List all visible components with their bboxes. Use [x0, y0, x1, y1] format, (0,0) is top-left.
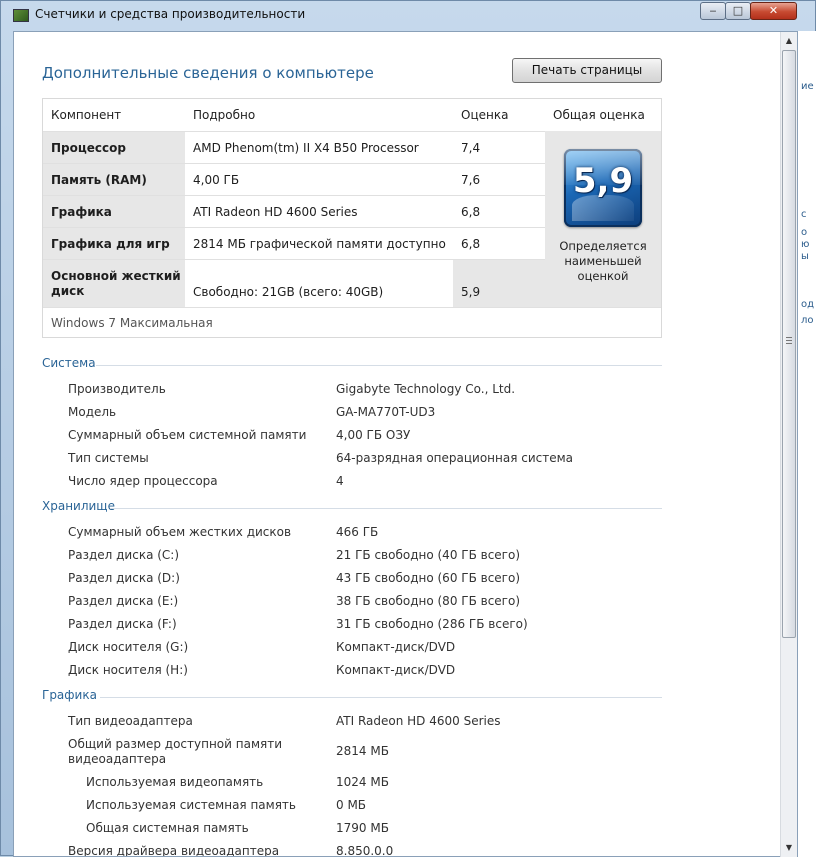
window-title: Счетчики и средства производительности: [35, 7, 306, 21]
storage-label: Диск носителя (H:): [68, 663, 188, 677]
component-detail: 2814 МБ графической памяти доступно: [193, 236, 446, 251]
graphics-value: 1790 МБ: [336, 821, 389, 835]
component-score: 6,8: [461, 236, 481, 251]
system-value: 64-разрядная операционная система: [336, 451, 574, 465]
maximize-button[interactable]: □: [725, 2, 751, 20]
graphics-label: Используемая системная память: [86, 798, 296, 812]
component-name: Процессор: [43, 132, 185, 163]
graphics-value: ATI Radeon HD 4600 Series: [336, 714, 501, 728]
section-title-storage: Хранилище: [42, 499, 115, 513]
system-value: 4,00 ГБ ОЗУ: [336, 428, 411, 442]
background-text: ы: [801, 251, 809, 262]
component-detail: ATI Radeon HD 4600 Series: [193, 204, 358, 219]
background-text: ло: [801, 315, 814, 326]
title-bar[interactable]: Счетчики и средства производительности ‒…: [1, 1, 816, 29]
background-text: о: [801, 227, 808, 238]
background-window-fragment: ие с о ю ы од ло: [798, 31, 816, 857]
header-component: Компонент: [51, 108, 122, 122]
scroll-up-arrow-icon[interactable]: ▲: [781, 33, 797, 49]
background-text: ю: [801, 239, 810, 250]
system-value: 4: [336, 474, 344, 488]
system-label: Тип системы: [68, 451, 149, 465]
graphics-label: Общий размер доступной памяти видеоадапт…: [68, 737, 283, 766]
header-overall: Общая оценка: [553, 108, 645, 122]
header-score: Оценка: [461, 108, 509, 122]
thumb-grip: [786, 343, 792, 344]
component-score: 6,8: [461, 204, 481, 219]
component-score: 7,6: [461, 172, 481, 187]
header-detail: Подробно: [193, 108, 256, 122]
thumb-grip: [786, 340, 792, 341]
section-title-graphics: Графика: [42, 688, 97, 702]
component-score: 7,4: [461, 140, 481, 155]
storage-value: Компакт-диск/DVD: [336, 640, 456, 654]
background-text: ие: [801, 81, 814, 92]
graphics-value: 0 МБ: [336, 798, 367, 812]
system-label: Производитель: [68, 382, 166, 396]
graphics-value: 2814 МБ: [336, 744, 389, 758]
windows-experience-badge-icon: 5,9: [564, 149, 642, 227]
storage-value: 31 ГБ свободно (286 ГБ всего): [336, 617, 528, 631]
score-table: Компонент Подробно Оценка Общая оценка П…: [42, 98, 662, 338]
background-text: од: [801, 299, 815, 310]
overall-score-panel: 5,9 Определяется наименьшей оценкой: [545, 131, 661, 307]
background-text: с: [801, 209, 807, 220]
minimize-button[interactable]: ‒: [700, 2, 726, 20]
component-name: Память (RAM): [43, 164, 185, 195]
graphics-label: Версия драйвера видеоадаптера: [68, 844, 280, 857]
graphics-value: 8.850.0.0: [336, 844, 394, 857]
storage-label: Суммарный объем жестких дисков: [68, 525, 292, 539]
storage-label: Раздел диска (D:): [68, 571, 180, 585]
storage-value: 43 ГБ свободно (60 ГБ всего): [336, 571, 521, 585]
system-label: Модель: [68, 405, 117, 419]
print-page-button[interactable]: Печать страницы: [512, 58, 662, 83]
component-score: 5,9: [461, 285, 481, 299]
score-row-primary-disk: Основной жесткий диск Свободно: 21GB (вс…: [43, 259, 545, 307]
component-name: Основной жесткий диск: [43, 260, 185, 307]
graphics-label: Общая системная память: [86, 821, 249, 835]
section-divider: [96, 365, 662, 366]
component-detail: AMD Phenom(tm) II X4 B50 Processor: [193, 140, 419, 155]
scroll-down-arrow-icon[interactable]: ▼: [781, 840, 797, 856]
section-divider: [100, 697, 662, 698]
storage-value: 466 ГБ: [336, 525, 379, 539]
storage-label: Раздел диска (E:): [68, 594, 179, 608]
storage-value: 21 ГБ свободно (40 ГБ всего): [336, 548, 521, 562]
storage-label: Диск носителя (G:): [68, 640, 189, 654]
storage-label: Раздел диска (C:): [68, 548, 180, 562]
graphics-value: 1024 МБ: [336, 775, 389, 789]
component-detail: Свободно: 21GB (всего: 40GB): [193, 285, 384, 299]
score-row-graphics: Графика ATI Radeon HD 4600 Series 6,8: [43, 195, 545, 227]
storage-value: 38 ГБ свободно (80 ГБ всего): [336, 594, 521, 608]
close-button[interactable]: ✕: [750, 2, 797, 20]
graphics-label: Используемая видеопамять: [86, 775, 264, 789]
system-value: Gigabyte Technology Co., Ltd.: [336, 382, 516, 396]
system-value: GA-MA770T-UD3: [336, 405, 436, 419]
component-name: Графика: [43, 196, 185, 227]
content-area: Дополнительные сведения о компьютере Печ…: [13, 31, 798, 857]
system-label: Суммарный объем системной памяти: [68, 428, 307, 442]
system-label: Число ядер процессора: [68, 474, 218, 488]
overall-score-caption: Определяется наименьшей оценкой: [559, 239, 647, 283]
score-row-processor: Процессор AMD Phenom(tm) II X4 B50 Proce…: [43, 131, 545, 163]
performance-window: Счетчики и средства производительности ‒…: [0, 0, 816, 857]
thumb-grip: [786, 337, 792, 338]
scroll-thumb[interactable]: [782, 50, 796, 638]
graphics-label: Тип видеоадаптера: [68, 714, 193, 728]
storage-label: Раздел диска (F:): [68, 617, 177, 631]
component-name: Графика для игр: [43, 228, 185, 259]
performance-app-icon: [13, 9, 29, 22]
vertical-scrollbar[interactable]: ▲ ▼: [780, 32, 797, 857]
os-edition: Windows 7 Максимальная: [43, 307, 661, 337]
component-detail: 4,00 ГБ: [193, 172, 240, 187]
overall-score: 5,9: [572, 161, 634, 201]
section-title-system: Система: [42, 356, 96, 370]
storage-value: Компакт-диск/DVD: [336, 663, 456, 677]
score-row-gaming-graphics: Графика для игр 2814 МБ графической памя…: [43, 227, 545, 259]
page-title: Дополнительные сведения о компьютере: [42, 64, 374, 82]
score-row-memory: Память (RAM) 4,00 ГБ 7,6: [43, 163, 545, 195]
section-divider: [110, 508, 662, 509]
